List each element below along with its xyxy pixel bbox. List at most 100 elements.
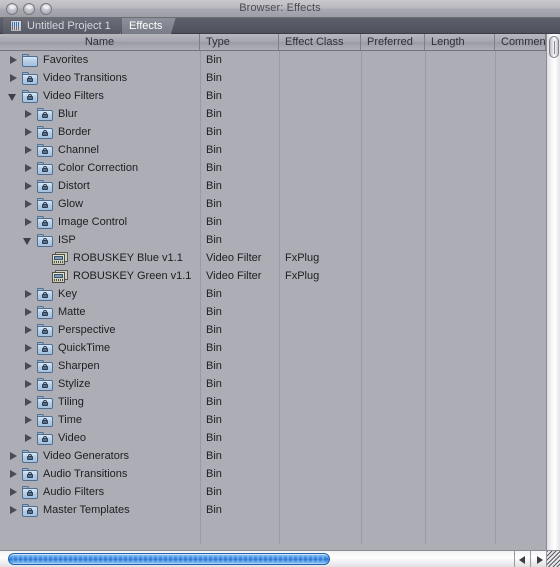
disclosure-triangle-closed-icon[interactable] bbox=[8, 469, 19, 480]
locked-folder-icon bbox=[37, 107, 53, 121]
row-type: Video Filter bbox=[206, 252, 262, 264]
disclosure-triangle-closed-icon[interactable] bbox=[23, 127, 34, 138]
project-icon bbox=[10, 20, 22, 32]
horizontal-scrollbar[interactable] bbox=[0, 550, 546, 567]
locked-folder-icon bbox=[37, 143, 53, 157]
disclosure-triangle-closed-icon[interactable] bbox=[8, 505, 19, 516]
disclosure-triangle-closed-icon[interactable] bbox=[8, 55, 19, 66]
disclosure-triangle-closed-icon[interactable] bbox=[23, 163, 34, 174]
column-header-name[interactable]: Name bbox=[0, 34, 200, 50]
row-label: Stylize bbox=[58, 378, 91, 390]
column-header-effect-class[interactable]: Effect Class bbox=[279, 34, 361, 50]
row-type: Bin bbox=[206, 450, 222, 462]
tab-effects[interactable]: Effects bbox=[122, 18, 172, 34]
disclosure-triangle-closed-icon[interactable] bbox=[23, 199, 34, 210]
table-row[interactable]: Glow Bin bbox=[0, 195, 546, 213]
disclosure-triangle-closed-icon[interactable] bbox=[23, 307, 34, 318]
disclosure-triangle-closed-icon[interactable] bbox=[23, 289, 34, 300]
table-row[interactable]: Master Templates Bin bbox=[0, 501, 546, 519]
disclosure-triangle-open-icon[interactable] bbox=[23, 235, 34, 246]
disclosure-triangle-closed-icon[interactable] bbox=[23, 325, 34, 336]
table-row[interactable]: Blur Bin bbox=[0, 105, 546, 123]
table-row[interactable]: Image Control Bin bbox=[0, 213, 546, 231]
table-row[interactable]: Perspective Bin bbox=[0, 321, 546, 339]
title-bar[interactable]: Browser: Effects bbox=[0, 0, 560, 18]
scroll-left-button[interactable] bbox=[514, 550, 530, 567]
table-row[interactable]: Favorites Bin bbox=[0, 51, 546, 69]
row-name-cell: Sharpen bbox=[23, 357, 100, 375]
table-row[interactable]: Audio Transitions Bin bbox=[0, 465, 546, 483]
disclosure-triangle-closed-icon[interactable] bbox=[23, 181, 34, 192]
locked-folder-icon bbox=[37, 341, 53, 355]
disclosure-triangle-closed-icon[interactable] bbox=[23, 397, 34, 408]
row-label: Sharpen bbox=[58, 360, 100, 372]
locked-folder-icon bbox=[37, 179, 53, 193]
disclosure-triangle-closed-icon[interactable] bbox=[8, 73, 19, 84]
column-header-length[interactable]: Length bbox=[425, 34, 495, 50]
table-row[interactable]: ISP Bin bbox=[0, 231, 546, 249]
row-label: Glow bbox=[58, 198, 84, 210]
column-header-comment[interactable]: Comment bbox=[495, 34, 546, 50]
row-name-cell: Video Filters bbox=[8, 87, 104, 105]
disclosure-triangle-closed-icon[interactable] bbox=[8, 451, 19, 462]
column-header-type[interactable]: Type bbox=[200, 34, 279, 50]
tab-untitled-project-1[interactable]: Untitled Project 1 bbox=[3, 18, 121, 34]
column-header-preferred[interactable]: Preferred bbox=[361, 34, 425, 50]
disclosure-triangle-closed-icon[interactable] bbox=[23, 361, 34, 372]
row-name-cell: Video Transitions bbox=[8, 69, 127, 87]
table-row[interactable]: Border Bin bbox=[0, 123, 546, 141]
table-row[interactable]: ROBUSKEY Green v1.1 Video Filter FxPlug bbox=[0, 267, 546, 285]
row-type: Bin bbox=[206, 180, 222, 192]
table-row[interactable]: Channel Bin bbox=[0, 141, 546, 159]
table-row[interactable]: Stylize Bin bbox=[0, 375, 546, 393]
row-name-cell: Time bbox=[23, 411, 82, 429]
table-row[interactable]: QuickTime Bin bbox=[0, 339, 546, 357]
row-type: Video Filter bbox=[206, 270, 262, 282]
disclosure-triangle-closed-icon[interactable] bbox=[23, 343, 34, 354]
table-row[interactable]: Video Generators Bin bbox=[0, 447, 546, 465]
disclosure-triangle-closed-icon[interactable] bbox=[23, 217, 34, 228]
locked-folder-icon bbox=[37, 233, 53, 247]
vertical-scrollbar-thumb[interactable] bbox=[549, 36, 559, 58]
disclosure-triangle-open-icon[interactable] bbox=[8, 91, 19, 102]
row-type: Bin bbox=[206, 378, 222, 390]
row-type: Bin bbox=[206, 360, 222, 372]
row-name-cell: QuickTime bbox=[23, 339, 110, 357]
table-row[interactable]: Video Bin bbox=[0, 429, 546, 447]
row-type: Bin bbox=[206, 396, 222, 408]
vertical-scrollbar[interactable] bbox=[546, 34, 560, 567]
disclosure-triangle-closed-icon[interactable] bbox=[23, 379, 34, 390]
row-type: Bin bbox=[206, 288, 222, 300]
table-row[interactable]: Color Correction Bin bbox=[0, 159, 546, 177]
row-label: Color Correction bbox=[58, 162, 139, 174]
scroll-right-button[interactable] bbox=[530, 550, 546, 567]
resize-grip[interactable] bbox=[546, 550, 560, 567]
disclosure-triangle-closed-icon[interactable] bbox=[8, 487, 19, 498]
disclosure-triangle-closed-icon[interactable] bbox=[23, 109, 34, 120]
row-label: Video bbox=[58, 432, 86, 444]
horizontal-scrollbar-thumb[interactable] bbox=[8, 553, 330, 565]
table-row[interactable]: Audio Filters Bin bbox=[0, 483, 546, 501]
table-row[interactable]: Video Transitions Bin bbox=[0, 69, 546, 87]
row-label: Video Generators bbox=[43, 450, 130, 462]
effects-list: Favorites Bin Video Transitions Bin Video Fi… bbox=[0, 51, 546, 544]
disclosure-triangle-closed-icon[interactable] bbox=[23, 433, 34, 444]
table-row[interactable]: Distort Bin bbox=[0, 177, 546, 195]
table-row[interactable]: ROBUSKEY Blue v1.1 Video Filter FxPlug bbox=[0, 249, 546, 267]
table-row[interactable]: Time Bin bbox=[0, 411, 546, 429]
row-type: Bin bbox=[206, 504, 222, 516]
table-row[interactable]: Sharpen Bin bbox=[0, 357, 546, 375]
disclosure-triangle-closed-icon[interactable] bbox=[23, 415, 34, 426]
tab-label: Untitled Project 1 bbox=[27, 20, 111, 32]
table-row[interactable]: Key Bin bbox=[0, 285, 546, 303]
disclosure-triangle-closed-icon[interactable] bbox=[23, 145, 34, 156]
row-name-cell: Audio Filters bbox=[8, 483, 104, 501]
row-type: Bin bbox=[206, 234, 222, 246]
table-row[interactable]: Video Filters Bin bbox=[0, 87, 546, 105]
row-label: Key bbox=[58, 288, 77, 300]
table-row[interactable]: Tiling Bin bbox=[0, 393, 546, 411]
row-name-cell: Audio Transitions bbox=[8, 465, 127, 483]
table-row[interactable]: Matte Bin bbox=[0, 303, 546, 321]
